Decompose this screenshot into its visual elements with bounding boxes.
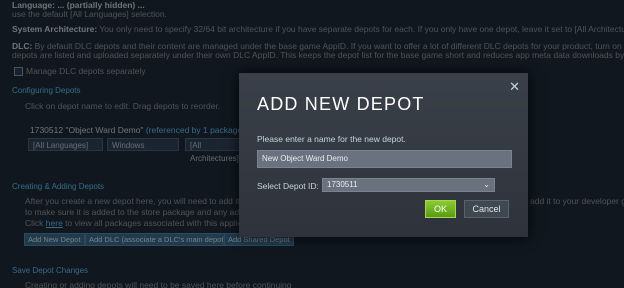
cancel-button[interactable]: Cancel [464,200,509,218]
chevron-down-icon: ⌄ [483,180,490,189]
add-new-depot-dialog: ✕ ADD NEW DEPOT Please enter a name for … [239,73,528,237]
depot-id-select[interactable]: 1730511 ⌄ [322,178,495,192]
close-icon[interactable]: ✕ [509,79,520,95]
ok-button[interactable]: OK [425,200,456,218]
dialog-prompt: Please enter a name for the new depot. [257,134,406,144]
depot-name-input[interactable]: New Object Ward Demo [257,150,512,168]
depot-id-label: Select Depot ID: [257,181,319,191]
dialog-title: ADD NEW DEPOT [257,94,425,114]
